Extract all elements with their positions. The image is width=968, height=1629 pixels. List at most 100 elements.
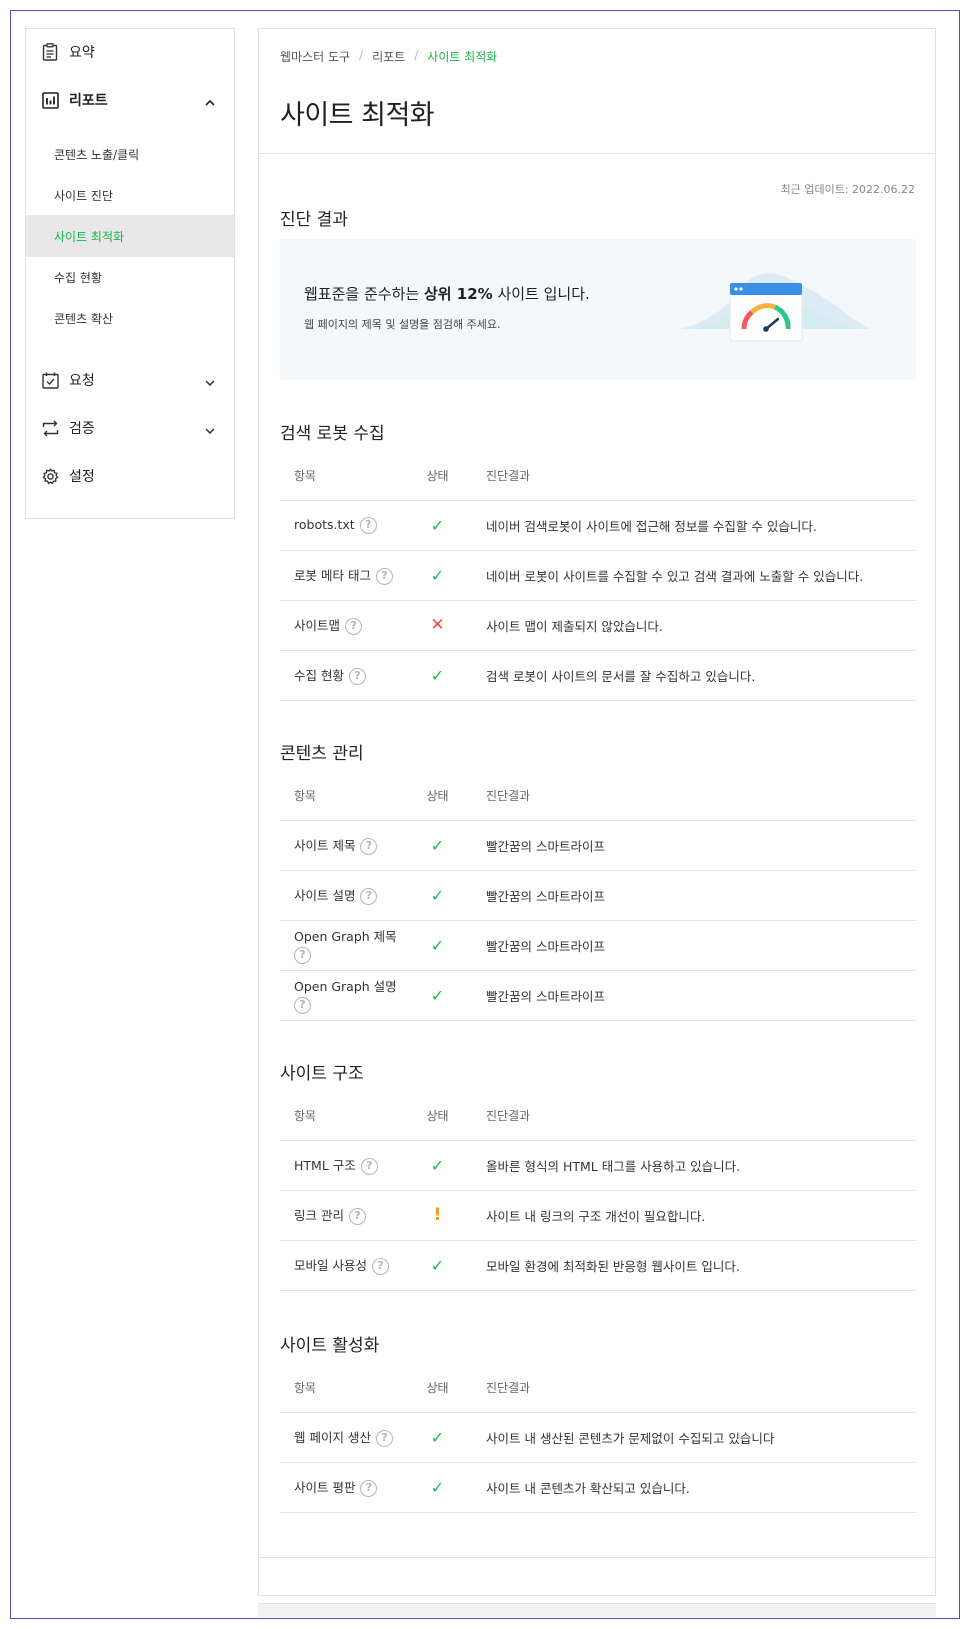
help-icon[interactable]: ? [348, 668, 366, 685]
item-label: 모바일 사용성 [294, 1258, 367, 1273]
result-cell: 네이버 로봇이 사이트를 수집할 수 있고 검색 결과에 노출할 수 있습니다. [465, 550, 916, 601]
status-cell: ✓ [410, 500, 465, 551]
nav-report-site-diagnosis[interactable]: 사이트 진단 [26, 174, 234, 216]
diagnosis-table-content: 항목 상태 진단결과 사이트 제목? ✓ 빨간꿈의 스마트라이프 사이트 설명? ✓ 빨간꿈의 … [280, 772, 916, 1021]
item-label: 사이트 평판 [294, 1480, 356, 1495]
section-title-crawl: 검색 로봇 수집 [280, 424, 385, 444]
item-cell: Open Graph 제목? [280, 920, 410, 971]
item-label: 사이트맵 [294, 618, 341, 633]
status-cell: ✓ [410, 920, 465, 971]
check-icon: ✓ [430, 1427, 445, 1447]
check-icon: ✓ [430, 935, 445, 955]
result-summary: 웹표준을 준수하는 상위 12% 사이트 입니다. [304, 283, 590, 304]
table-header-row: 항목 상태 진단결과 [280, 1364, 916, 1413]
result-cell: 검색 로봇이 사이트의 문서를 잘 수집하고 있습니다. [465, 650, 916, 701]
chevron-down-icon [204, 422, 216, 435]
nav-report-site-optimization[interactable]: 사이트 최적화 [26, 215, 234, 257]
item-cell: HTML 구조? [280, 1140, 410, 1191]
status-cell: ✓ [410, 650, 465, 701]
table-header-row: 항목 상태 진단결과 [280, 452, 916, 501]
item-cell: 로봇 메타 태그? [280, 550, 410, 601]
sub-item-label: 콘텐츠 확산 [54, 311, 114, 326]
result-banner: 웹표준을 준수하는 상위 12% 사이트 입니다. 웹 페이지의 제목 및 설명… [280, 239, 916, 380]
sub-item-label: 수집 현황 [54, 270, 102, 285]
breadcrumb-separator: / [359, 48, 364, 62]
result-cell: 네이버 검색로봇이 사이트에 접근해 정보를 수집할 수 있습니다. [465, 500, 916, 551]
help-icon[interactable]: ? [294, 947, 311, 964]
nav-summary[interactable]: 요약 [26, 32, 234, 72]
table-row: HTML 구조? ✓ 올바른 형식의 HTML 태그를 사용하고 있습니다. [280, 1140, 916, 1191]
check-icon: ✓ [430, 1155, 445, 1175]
check-icon: ✓ [430, 565, 445, 585]
header-status: 상태 [410, 1364, 465, 1413]
nav-report-content-exposure[interactable]: 콘텐츠 노출/클릭 [26, 133, 234, 175]
item-label: 사이트 제목 [294, 838, 356, 853]
help-icon[interactable]: ? [348, 1208, 366, 1225]
page-title: 사이트 최적화 [280, 100, 435, 131]
result-summary-post: 사이트 입니다. [492, 285, 590, 303]
section-title-content: 콘텐츠 관리 [280, 744, 364, 764]
item-cell: 사이트 설명? [280, 870, 410, 921]
nav-report[interactable]: 리포트 [26, 80, 234, 120]
exclamation-icon: ! [433, 1205, 442, 1225]
result-cell: 사이트 맵이 제출되지 않았습니다. [465, 600, 916, 651]
check-icon: ✓ [430, 985, 445, 1005]
header-result: 진단결과 [465, 1092, 916, 1141]
table-row: 사이트 제목? ✓ 빨간꿈의 스마트라이프 [280, 820, 916, 871]
help-icon[interactable]: ? [360, 888, 378, 905]
nav-settings[interactable]: 설정 [26, 456, 234, 496]
header-item: 항목 [280, 452, 410, 501]
item-cell: 사이트 제목? [280, 820, 410, 871]
help-icon[interactable]: ? [360, 1480, 378, 1497]
sub-item-label: 사이트 진단 [54, 188, 114, 203]
status-cell: ✓ [410, 870, 465, 921]
help-icon[interactable]: ? [294, 997, 311, 1014]
header-status: 상태 [410, 452, 465, 501]
nav-report-content-spread[interactable]: 콘텐츠 확산 [26, 297, 234, 339]
divider [259, 1557, 935, 1558]
speed-gauge-illustration-icon [680, 273, 870, 342]
item-cell: Open Graph 설명? [280, 970, 410, 1021]
item-label: 수집 현황 [294, 668, 344, 683]
nav-report-crawl-status[interactable]: 수집 현황 [26, 256, 234, 298]
item-label: HTML 구조 [294, 1158, 356, 1173]
help-icon[interactable]: ? [360, 838, 378, 855]
result-summary-rank: 상위 12% [423, 285, 493, 303]
check-icon: ✓ [430, 835, 445, 855]
result-cell: 사이트 내 링크의 구조 개선이 필요합니다. [465, 1190, 916, 1241]
status-cell: ✓ [410, 550, 465, 601]
sub-item-label: 사이트 최적화 [54, 229, 125, 244]
nav-verify[interactable]: 검증 [26, 408, 234, 448]
item-cell: robots.txt? [280, 500, 410, 551]
breadcrumb-separator: / [414, 48, 419, 62]
table-row: 웹 페이지 생산? ✓ 사이트 내 생산된 콘텐츠가 문제없이 수집되고 있습니다 [280, 1412, 916, 1463]
gear-icon [41, 467, 59, 485]
result-summary-pre: 웹표준을 준수하는 [304, 285, 424, 303]
nav-report-label: 리포트 [69, 93, 108, 109]
bar-chart-icon [41, 91, 59, 109]
breadcrumb-webmaster-tools[interactable]: 웹마스터 도구 [280, 48, 350, 65]
sub-item-label: 콘텐츠 노출/클릭 [54, 147, 140, 162]
result-cell: 빨간꿈의 스마트라이프 [465, 820, 916, 871]
breadcrumb-report[interactable]: 리포트 [372, 48, 405, 65]
help-icon[interactable]: ? [375, 568, 393, 585]
check-icon: ✓ [430, 665, 445, 685]
item-cell: 모바일 사용성? [280, 1240, 410, 1291]
table-row: Open Graph 설명? ✓ 빨간꿈의 스마트라이프 [280, 970, 916, 1021]
diagnosis-table-crawl: 항목 상태 진단결과 robots.txt? ✓ 네이버 검색로봇이 사이트에 접근해 정… [280, 452, 916, 701]
nav-request[interactable]: 요청 [26, 360, 234, 400]
item-label: robots.txt [294, 516, 355, 532]
item-cell: 수집 현황? [280, 650, 410, 701]
result-cell: 올바른 형식의 HTML 태그를 사용하고 있습니다. [465, 1140, 916, 1191]
help-icon[interactable]: ? [345, 618, 363, 635]
item-cell: 웹 페이지 생산? [280, 1412, 410, 1463]
help-icon[interactable]: ? [375, 1430, 393, 1447]
result-cell: 사이트 내 생산된 콘텐츠가 문제없이 수집되고 있습니다 [465, 1412, 916, 1463]
table-row: 사이트 설명? ✓ 빨간꿈의 스마트라이프 [280, 870, 916, 921]
help-icon[interactable]: ? [371, 1258, 389, 1275]
divider [259, 153, 935, 154]
header-item: 항목 [280, 1092, 410, 1141]
help-icon[interactable]: ? [360, 1158, 378, 1175]
help-icon[interactable]: ? [359, 516, 377, 534]
result-cell: 모바일 환경에 최적화된 반응형 웹사이트 입니다. [465, 1240, 916, 1291]
